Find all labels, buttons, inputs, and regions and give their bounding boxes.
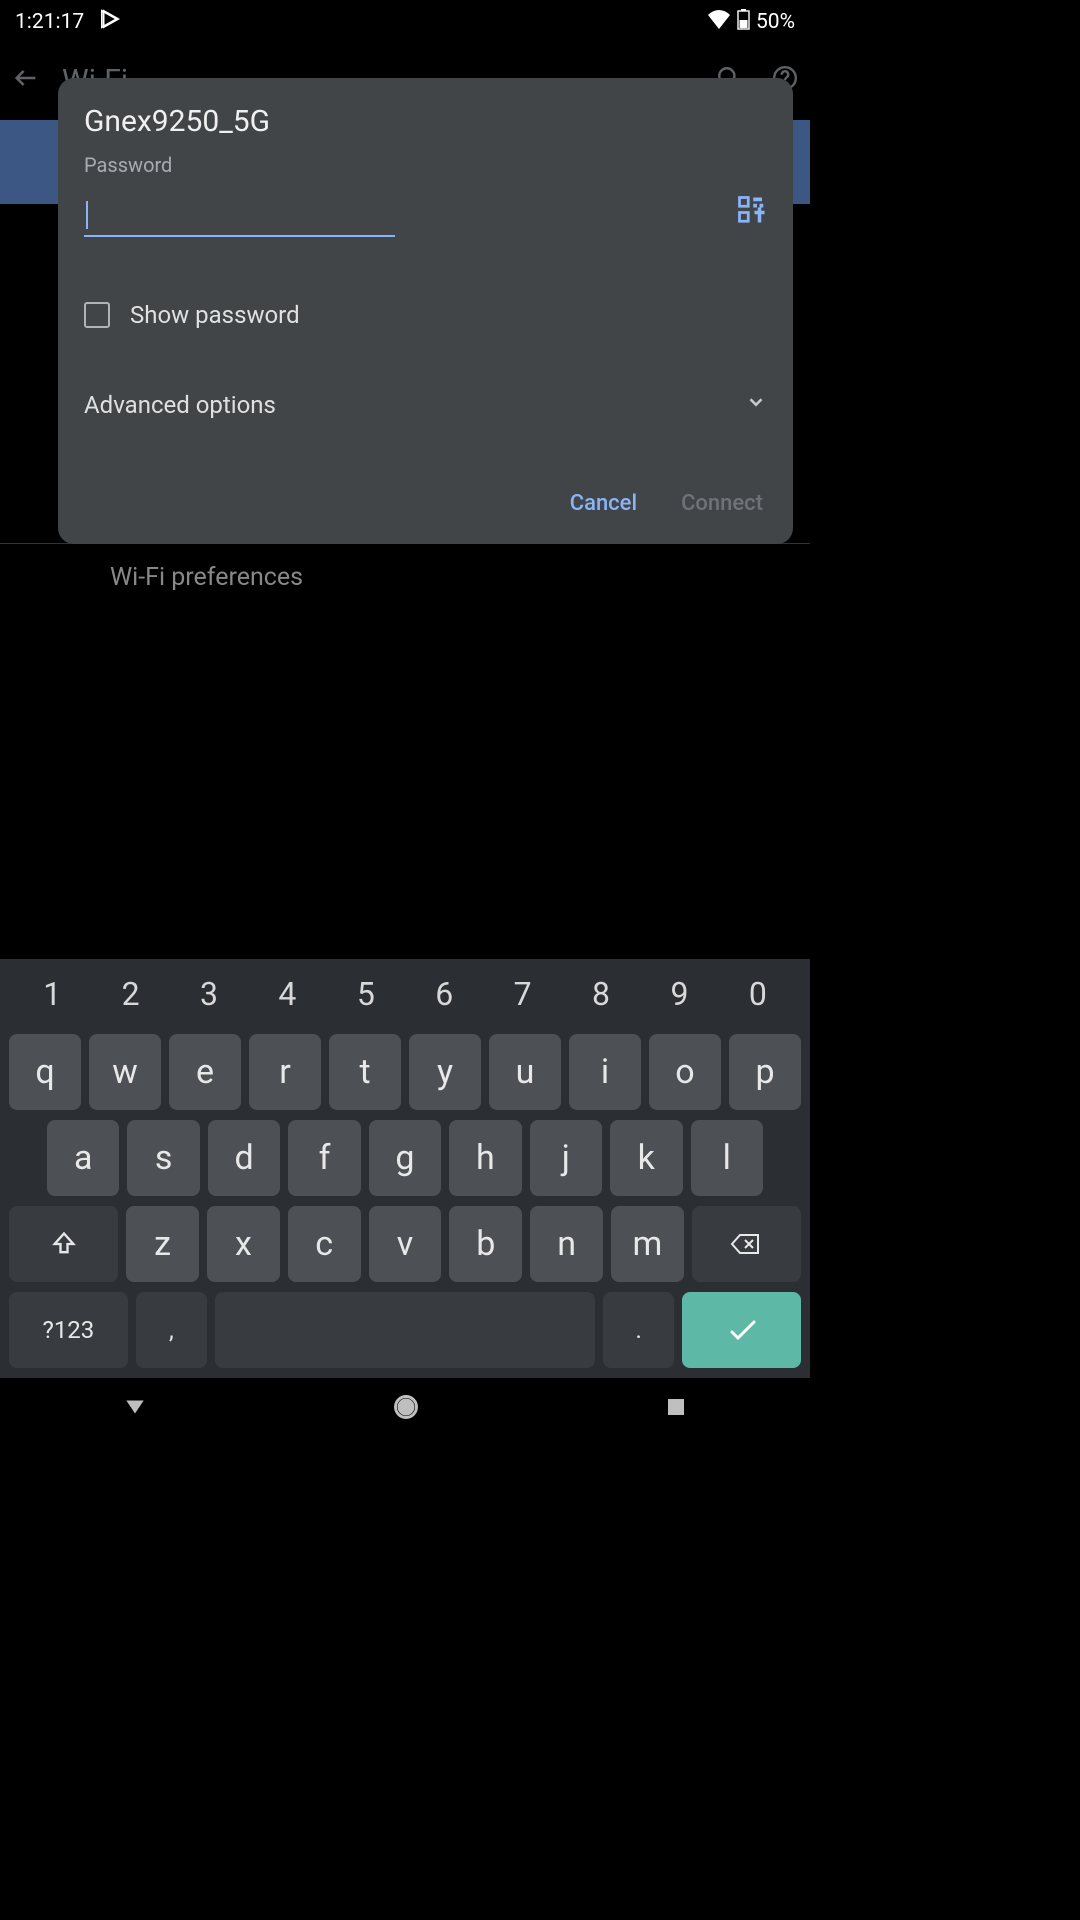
clock-time: 1:21:17 [15, 10, 84, 34]
play-store-icon [100, 8, 122, 36]
advanced-options-label: Advanced options [84, 391, 276, 419]
key-z[interactable]: z [126, 1206, 199, 1282]
password-input[interactable] [84, 197, 395, 237]
key-x[interactable]: x [207, 1206, 280, 1282]
key-l[interactable]: l [691, 1120, 763, 1196]
status-bar: 1:21:17 50% [0, 0, 810, 44]
password-label: Password [58, 151, 793, 177]
connect-button[interactable]: Connect [681, 491, 763, 516]
qr-scan-button[interactable] [737, 195, 767, 237]
key-y[interactable]: y [409, 1034, 481, 1110]
wifi-icon [707, 10, 731, 35]
key-c[interactable]: c [288, 1206, 361, 1282]
key-e[interactable]: e [169, 1034, 241, 1110]
key-n[interactable]: n [530, 1206, 603, 1282]
back-icon[interactable] [12, 64, 40, 96]
key-k[interactable]: k [610, 1120, 682, 1196]
show-password-label: Show password [130, 301, 300, 329]
key-i[interactable]: i [569, 1034, 641, 1110]
nav-back-icon[interactable] [122, 1394, 148, 1424]
chevron-down-icon [745, 391, 767, 419]
key-6[interactable]: 6 [405, 975, 483, 1013]
key-symbols[interactable]: ?123 [9, 1292, 128, 1368]
advanced-options-row[interactable]: Advanced options [58, 329, 793, 419]
text-cursor [86, 201, 88, 229]
key-u[interactable]: u [489, 1034, 561, 1110]
key-g[interactable]: g [369, 1120, 441, 1196]
key-backspace[interactable] [692, 1206, 801, 1282]
key-9[interactable]: 9 [640, 975, 718, 1013]
battery-icon [737, 9, 750, 36]
battery-percent: 50% [756, 10, 795, 34]
key-a[interactable]: a [47, 1120, 119, 1196]
navigation-bar [0, 1378, 810, 1440]
key-j[interactable]: j [530, 1120, 602, 1196]
nav-recent-icon[interactable] [664, 1395, 688, 1423]
wifi-preferences-label: Wi-Fi preferences [110, 563, 303, 592]
key-comma[interactable]: , [136, 1292, 207, 1368]
key-2[interactable]: 2 [91, 975, 169, 1013]
key-enter[interactable] [682, 1292, 801, 1368]
show-password-row[interactable]: Show password [58, 237, 793, 329]
cancel-button[interactable]: Cancel [570, 491, 637, 516]
key-h[interactable]: h [449, 1120, 521, 1196]
key-v[interactable]: v [369, 1206, 442, 1282]
key-0[interactable]: 0 [719, 975, 797, 1013]
key-q[interactable]: q [9, 1034, 81, 1110]
key-w[interactable]: w [89, 1034, 161, 1110]
key-7[interactable]: 7 [483, 975, 561, 1013]
keyboard-number-row: 1 2 3 4 5 6 7 8 9 0 [5, 967, 805, 1029]
key-o[interactable]: o [649, 1034, 721, 1110]
key-1[interactable]: 1 [13, 975, 91, 1013]
key-shift[interactable] [9, 1206, 118, 1282]
key-p[interactable]: p [729, 1034, 801, 1110]
key-r[interactable]: r [249, 1034, 321, 1110]
key-m[interactable]: m [611, 1206, 684, 1282]
key-space[interactable] [215, 1292, 595, 1368]
soft-keyboard: 1 2 3 4 5 6 7 8 9 0 q w e r t y u i o p … [0, 959, 810, 1378]
key-f[interactable]: f [288, 1120, 360, 1196]
key-s[interactable]: s [127, 1120, 199, 1196]
show-password-checkbox[interactable] [84, 302, 110, 328]
key-5[interactable]: 5 [327, 975, 405, 1013]
wifi-password-dialog: Gnex9250_5G Password Show password Advan… [58, 78, 793, 544]
key-8[interactable]: 8 [562, 975, 640, 1013]
key-3[interactable]: 3 [170, 975, 248, 1013]
dialog-network-name: Gnex9250_5G [58, 104, 793, 151]
key-period[interactable]: . [603, 1292, 674, 1368]
key-t[interactable]: t [329, 1034, 401, 1110]
key-4[interactable]: 4 [248, 975, 326, 1013]
nav-home-icon[interactable] [392, 1393, 420, 1425]
key-b[interactable]: b [449, 1206, 522, 1282]
key-d[interactable]: d [208, 1120, 280, 1196]
